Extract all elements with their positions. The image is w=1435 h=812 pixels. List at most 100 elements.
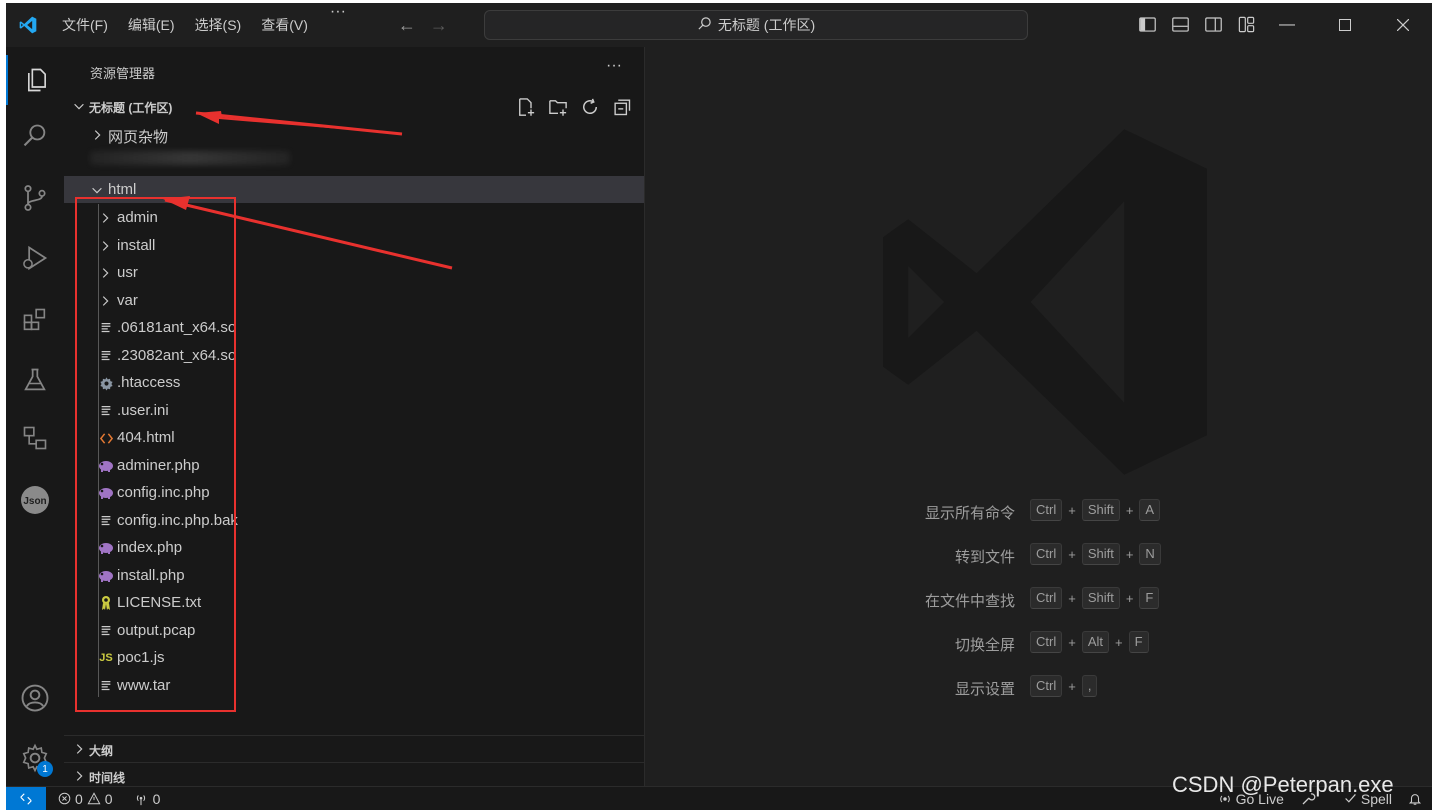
toggle-primary-sidebar-icon[interactable] (1138, 15, 1157, 34)
file-row[interactable]: config.inc.php.bak (64, 507, 644, 534)
file-row[interactable]: LICENSE.txt (64, 589, 644, 616)
key-cap: F (1128, 631, 1149, 653)
file-row[interactable]: .user.ini (64, 397, 644, 424)
php-file-icon (98, 540, 114, 556)
file-name: index.php (117, 539, 183, 556)
remote-explorer-icon[interactable] (6, 413, 64, 463)
key-cap: Ctrl (1030, 543, 1063, 565)
file-row[interactable]: JS poc1.js (64, 644, 644, 671)
minimize-icon[interactable]: — (1258, 3, 1316, 47)
accounts-icon[interactable] (6, 673, 64, 723)
shortcut-label: 显示所有命令 (924, 505, 1015, 522)
warning-count: 0 (104, 790, 113, 807)
file-row[interactable]: .htaccess (64, 369, 644, 396)
file-name: .htaccess (117, 374, 181, 391)
key-cap: Ctrl (1030, 631, 1063, 653)
outline-section[interactable]: 大纲 (64, 735, 644, 762)
file-row[interactable]: 404.html (64, 424, 644, 451)
command-center-search[interactable]: 无标题 (工作区) (484, 10, 1028, 40)
license-file-icon (98, 595, 114, 611)
new-file-icon[interactable] (516, 97, 536, 117)
back-arrow-icon[interactable]: ← (398, 15, 416, 36)
chevron-down-icon (74, 103, 84, 110)
file-name: .23082ant_x64.so (117, 346, 237, 364)
chevron-down-icon (92, 187, 102, 194)
layout-controls (1138, 15, 1256, 34)
file-row[interactable]: output.pcap (64, 617, 644, 644)
file-row[interactable]: .06181ant_x64.so (64, 314, 644, 341)
file-name: .user.ini (117, 401, 169, 419)
file-row[interactable]: config.inc.php (64, 479, 644, 506)
workspace-header[interactable]: 无标题 (工作区) (64, 95, 644, 119)
shortcut-row: 显示所有命令 Ctrl + Shift + A (645, 499, 1432, 523)
extensions-icon[interactable] (6, 295, 64, 345)
folder-row[interactable]: var (64, 287, 644, 314)
menu-view[interactable]: 查看(V) (251, 3, 318, 47)
remote-indicator-icon[interactable] (6, 787, 46, 810)
plus-sign: + (1125, 546, 1134, 562)
shortcut-keys: Ctrl + , (1030, 675, 1098, 697)
folder-row[interactable]: admin (64, 204, 644, 231)
json-icon[interactable]: Json (6, 475, 64, 525)
search-icon[interactable] (6, 111, 64, 161)
new-folder-icon[interactable] (548, 97, 568, 117)
folder-name: var (117, 291, 138, 309)
folder-row-html[interactable]: html (64, 176, 644, 203)
plus-sign: + (1068, 590, 1076, 606)
nav-arrows: ← → (398, 15, 448, 36)
file-row[interactable]: .23082ant_x64.so (64, 342, 644, 369)
file-name: www.tar (117, 676, 171, 694)
vscode-logo-icon (6, 3, 50, 47)
explorer-icon[interactable] (6, 55, 66, 105)
refresh-icon[interactable] (580, 97, 600, 117)
problems-indicator[interactable]: 0 0 (58, 791, 113, 807)
ports-count: 0 (152, 790, 161, 807)
sidebar-more-icon[interactable]: ··· (606, 57, 622, 75)
run-debug-icon[interactable] (6, 233, 64, 283)
manage-gear-icon[interactable]: 1 (6, 733, 64, 783)
key-cap: Alt (1081, 631, 1109, 653)
folder-row[interactable]: usr (64, 259, 644, 286)
menu-selection[interactable]: 选择(S) (185, 3, 252, 47)
restore-icon[interactable] (1316, 3, 1374, 47)
source-control-icon[interactable] (6, 173, 64, 223)
menu-file[interactable]: 文件(F) (52, 3, 118, 47)
customize-layout-icon[interactable] (1237, 15, 1256, 34)
menu-more-icon[interactable]: ··· (318, 3, 358, 47)
file-name: output.pcap (117, 621, 196, 639)
shortcut-label: 转到文件 (954, 549, 1015, 566)
folder-row[interactable]: install (64, 232, 644, 259)
toggle-panel-icon[interactable] (1171, 15, 1190, 34)
timeline-section[interactable]: 时间线 (64, 762, 644, 789)
menu-edit[interactable]: 编辑(E) (118, 3, 185, 47)
vscode-watermark-icon (883, 129, 1207, 475)
activity-bar: Json 1 (6, 47, 64, 787)
file-name: install.php (117, 566, 185, 584)
file-row[interactable]: adminer.php (64, 452, 644, 479)
shortcut-keys: Ctrl + Shift + F (1030, 587, 1160, 609)
testing-icon[interactable] (6, 355, 64, 405)
file-name: config.inc.php.bak (117, 511, 238, 529)
text-file-icon (98, 678, 114, 694)
forward-arrow-icon[interactable]: → (430, 15, 448, 36)
file-name: adminer.php (117, 456, 200, 474)
ports-indicator[interactable]: 0 (133, 790, 161, 807)
collapse-all-icon[interactable] (612, 97, 632, 117)
plus-sign: + (1068, 678, 1076, 694)
key-cap: F (1139, 587, 1160, 609)
toggle-secondary-sidebar-icon[interactable] (1204, 15, 1223, 34)
key-cap: Ctrl (1030, 587, 1063, 609)
php-file-icon (98, 568, 114, 584)
notifications-bell-icon[interactable] (1408, 791, 1422, 807)
file-row[interactable]: index.php (64, 534, 644, 561)
file-row[interactable]: install.php (64, 562, 644, 589)
close-icon[interactable] (1374, 3, 1432, 47)
shortcut-row: 在文件中查找 Ctrl + Shift + F (645, 587, 1432, 611)
file-row[interactable]: www.tar (64, 672, 644, 699)
error-count: 0 (75, 790, 83, 807)
chevron-right-icon (98, 294, 112, 311)
key-cap: Shift (1081, 587, 1120, 609)
file-name: LICENSE.txt (117, 594, 202, 611)
folder-row[interactable]: 网页杂物 (64, 121, 644, 148)
key-cap: Ctrl (1030, 499, 1063, 521)
